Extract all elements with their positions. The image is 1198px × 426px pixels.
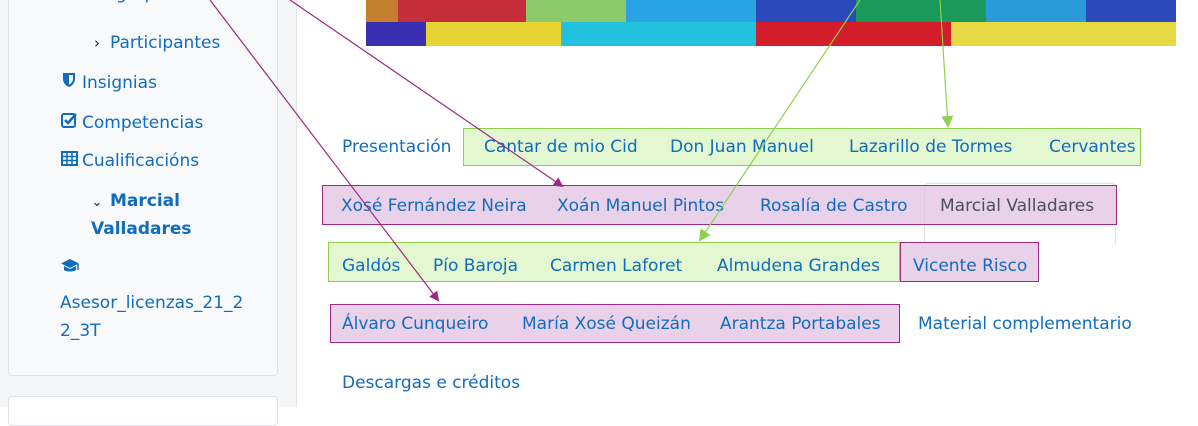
arrow-purple-to-row4	[209, 0, 440, 302]
arrow-green-to-row3	[698, 0, 861, 242]
arrow-green-to-row1	[939, 0, 954, 128]
annotation-arrows	[209, 0, 954, 302]
